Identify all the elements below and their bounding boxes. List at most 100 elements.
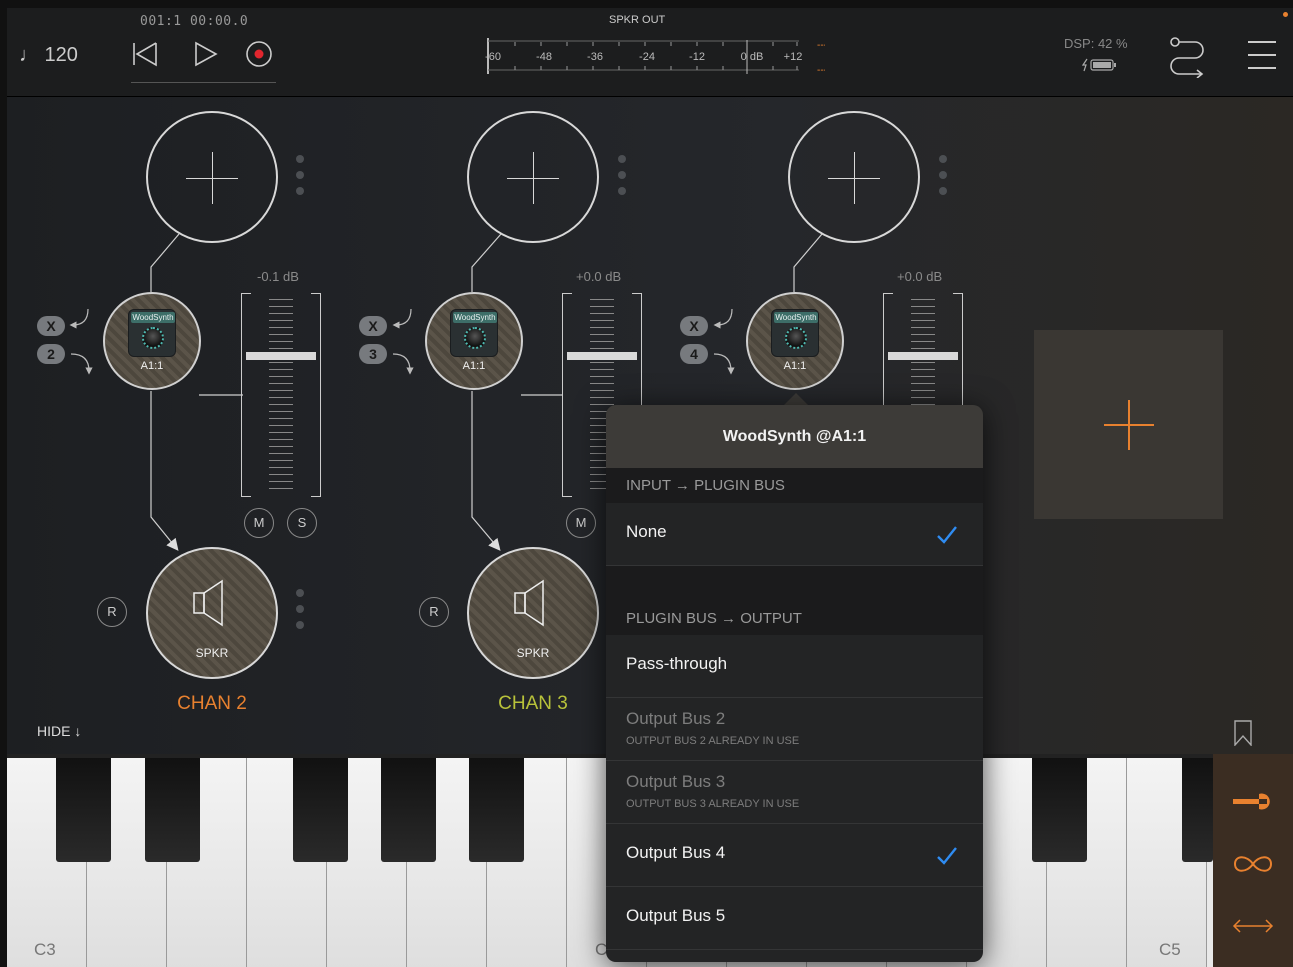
input-bus-pill[interactable]: X	[680, 316, 708, 336]
plugin-name: WoodSynth	[131, 312, 175, 323]
notification-dot	[1283, 12, 1288, 17]
output-options-dots[interactable]	[296, 589, 304, 637]
play-button[interactable]	[191, 38, 221, 70]
channel-label[interactable]: CHAN 2	[142, 693, 282, 715]
popover-title: WoodSynth @A1:1	[722, 428, 867, 445]
black-key[interactable]	[145, 758, 200, 862]
option-label: Output Bus 4	[626, 843, 726, 862]
record-icon	[246, 41, 272, 67]
output-bus-pill[interactable]: 3	[359, 344, 387, 364]
rewind-button[interactable]	[131, 38, 161, 70]
record-arm-button[interactable]: R	[419, 597, 449, 627]
option-output-bus-4[interactable]: Output Bus 4	[606, 824, 983, 887]
black-key[interactable]	[381, 758, 436, 862]
option-output-bus-3: Output Bus 3 OUTPUT BUS 3 ALREADY IN USE	[606, 761, 983, 824]
plugin-node[interactable]: WoodSynth A1:1	[103, 292, 201, 390]
black-key[interactable]	[56, 758, 111, 862]
plugin-slot: A1:1	[140, 360, 164, 372]
channel-label[interactable]: CHAN 3	[463, 693, 603, 715]
rewind-icon	[133, 42, 157, 67]
add-source-button[interactable]	[788, 111, 920, 243]
popover-header: WoodSynth @A1:1	[606, 405, 983, 468]
position-display: 001:1 00:00.0	[140, 14, 249, 29]
add-channel-button[interactable]	[1034, 330, 1223, 519]
meter-tick: -60	[485, 51, 501, 63]
option-input-none[interactable]: None	[606, 503, 983, 566]
option-label: Output Bus 5	[626, 906, 726, 925]
hide-keyboard-button[interactable]: HIDE ↓	[37, 723, 81, 739]
routing-icon[interactable]	[1167, 36, 1207, 78]
speaker-label: SPKR	[195, 646, 229, 660]
plugin-icon: WoodSynth	[771, 309, 819, 357]
arrows-icon[interactable]	[1231, 918, 1275, 934]
peak-readout: ---	[817, 65, 825, 76]
option-label: Pass-through	[626, 654, 728, 673]
plugin-icon: WoodSynth	[128, 309, 176, 357]
source-options-dots[interactable]	[939, 155, 947, 203]
input-bus-pill[interactable]: X	[359, 316, 387, 336]
speaker-output-node[interactable]: SPKR	[146, 547, 278, 679]
fader-cap[interactable]	[567, 352, 637, 360]
meter-title: SPKR OUT	[609, 14, 666, 26]
battery-icon	[1082, 58, 1116, 72]
option-passthrough[interactable]: Pass-through	[606, 635, 983, 698]
option-output-bus-2: Output Bus 2 OUTPUT BUS 2 ALREADY IN USE	[606, 698, 983, 761]
wrench-icon[interactable]	[1231, 790, 1275, 812]
transport-underline	[131, 82, 276, 83]
meter-tick: +12	[784, 51, 803, 63]
tempo-display[interactable]: ♩ 120	[19, 44, 78, 67]
solo-button[interactable]: S	[287, 508, 317, 538]
section-title: PLUGIN BUS → OUTPUT	[626, 610, 802, 627]
key-label: C3	[34, 940, 56, 959]
record-button[interactable]	[244, 38, 274, 70]
plugin-name: WoodSynth	[453, 312, 497, 323]
add-source-button[interactable]	[467, 111, 599, 243]
black-key[interactable]	[469, 758, 524, 862]
add-source-button[interactable]	[146, 111, 278, 243]
input-bus-pill[interactable]: X	[37, 316, 65, 336]
bookmark-icon[interactable]	[1234, 720, 1252, 746]
gain-readout: +0.0 dB	[576, 269, 622, 284]
output-bus-pill[interactable]: 4	[680, 344, 708, 364]
section-header-input: INPUT → PLUGIN BUS	[606, 468, 983, 503]
fader-cap[interactable]	[246, 352, 316, 360]
plugin-node[interactable]: WoodSynth A1:1	[425, 292, 523, 390]
option-output-bus-5[interactable]: Output Bus 5	[606, 887, 983, 950]
source-options-dots[interactable]	[618, 155, 626, 203]
plugin-icon: WoodSynth	[450, 309, 498, 357]
knob-icon	[464, 327, 486, 349]
menu-icon[interactable]	[1247, 40, 1277, 70]
black-key[interactable]	[1182, 758, 1213, 862]
dsp-load: DSP: 42 %	[1064, 36, 1128, 51]
option-label: Output Bus 2	[626, 709, 726, 728]
source-options-dots[interactable]	[296, 155, 304, 203]
speaker-icon	[514, 579, 544, 627]
gain-readout: +0.0 dB	[897, 269, 943, 284]
speaker-label: SPKR	[516, 646, 550, 660]
meter-tick: 0 dB	[741, 51, 764, 63]
plugin-name: WoodSynth	[774, 312, 818, 323]
speaker-output-node[interactable]: SPKR	[467, 547, 599, 679]
option-label: Output Bus 3	[626, 772, 726, 791]
plugin-node[interactable]: WoodSynth A1:1	[746, 292, 844, 390]
volume-fader[interactable]	[241, 293, 321, 497]
black-key[interactable]	[1032, 758, 1087, 862]
top-bar: ♩ 120 001:1 00:00.0 SPKR OUT -60 -48 -36…	[7, 8, 1293, 97]
speaker-icon	[193, 579, 223, 627]
black-key[interactable]	[293, 758, 348, 862]
record-arm-button[interactable]: R	[97, 597, 127, 627]
meter-tick: -48	[536, 51, 552, 63]
gain-readout: -0.1 dB	[257, 269, 299, 284]
knob-icon	[142, 327, 164, 349]
plugin-slot: A1:1	[783, 360, 807, 372]
keyboard-tools	[1213, 754, 1293, 967]
output-meter: -60 -48 -36 -24 -12 0 dB +12 --- ---	[485, 38, 825, 76]
fader-cap[interactable]	[888, 352, 958, 360]
mute-button[interactable]: M	[566, 508, 596, 538]
loop-icon[interactable]	[1231, 852, 1275, 876]
section-header-output: PLUGIN BUS → OUTPUT	[606, 566, 983, 635]
mute-button[interactable]: M	[244, 508, 274, 538]
output-bus-pill[interactable]: 2	[37, 344, 65, 364]
knob-icon	[785, 327, 807, 349]
checkmark-icon	[937, 847, 957, 865]
